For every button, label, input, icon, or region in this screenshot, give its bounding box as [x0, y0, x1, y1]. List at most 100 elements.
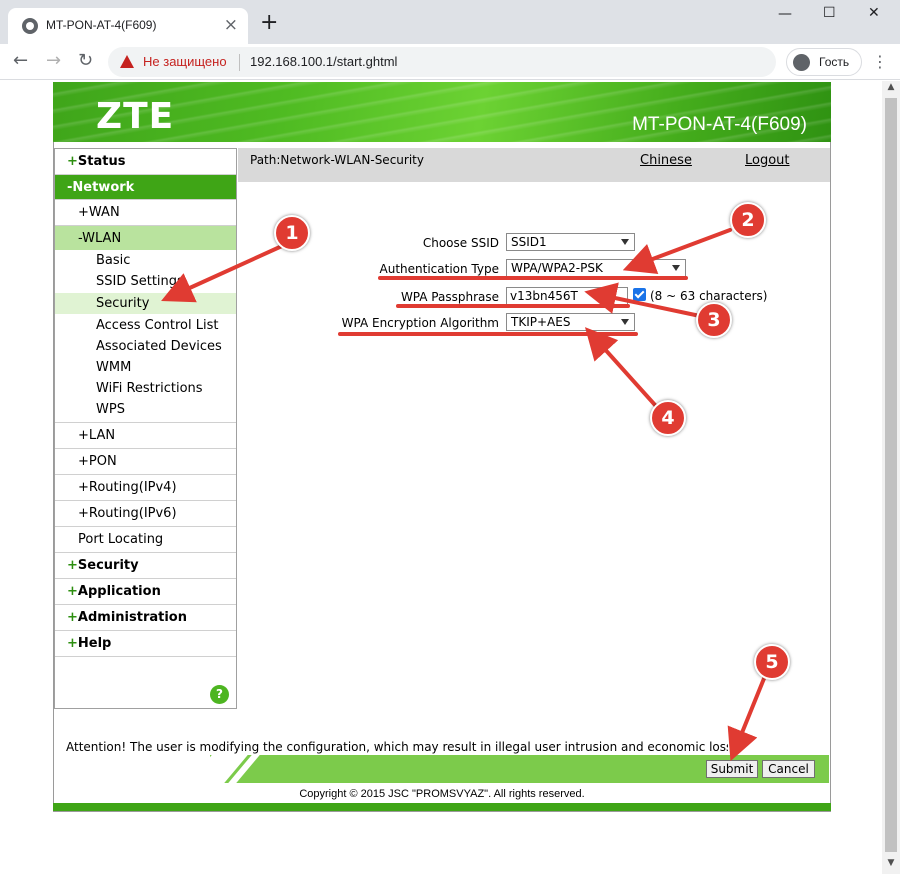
annotation-badge-3: 3: [696, 302, 732, 338]
auth-type-label: Authentication Type: [379, 262, 499, 276]
passphrase-label: WPA Passphrase: [400, 290, 499, 304]
sidebar: +Status -Network +WAN -WLAN Basic SSID S…: [54, 148, 237, 709]
sidebar-label: -Network: [67, 180, 135, 195]
sidebar-item-wlan[interactable]: -WLAN: [55, 226, 236, 250]
expand-icon: +: [67, 610, 78, 625]
annotation-badge-4: 4: [650, 400, 686, 436]
breadcrumb: Path:Network-WLAN-Security: [250, 153, 424, 167]
omnibox-divider: [239, 54, 240, 71]
sidebar-item-ssid-settings[interactable]: SSID Settings: [55, 271, 236, 292]
chevron-down-icon: [621, 319, 629, 325]
reload-icon[interactable]: ↻: [78, 50, 93, 72]
expand-icon: +: [78, 454, 89, 469]
expand-icon: +: [78, 506, 89, 521]
sidebar-label: Status: [77, 154, 126, 169]
sidebar-label: Administration: [77, 610, 187, 625]
close-tab-icon[interactable]: ×: [224, 15, 238, 35]
chinese-link[interactable]: Chinese: [640, 153, 692, 168]
attention-text: Attention! The user is modifying the con…: [66, 740, 728, 754]
scroll-up-icon[interactable]: ▲: [882, 82, 900, 96]
choose-ssid-value: SSID1: [511, 235, 547, 249]
annotation-badge-5: 5: [754, 644, 790, 680]
maximize-icon[interactable]: ☐: [823, 5, 836, 21]
sidebar-item-wps[interactable]: WPS: [55, 399, 236, 423]
sidebar-item-wifi-restrictions[interactable]: WiFi Restrictions: [55, 378, 236, 399]
forward-icon[interactable]: →: [46, 50, 61, 72]
passphrase-input[interactable]: v13bn456T: [506, 287, 628, 305]
warning-icon: [120, 55, 134, 68]
scroll-down-icon[interactable]: ▼: [882, 858, 900, 872]
url-text[interactable]: 192.168.100.1/start.ghtml: [250, 54, 397, 69]
sidebar-item-administration[interactable]: +Administration: [55, 605, 236, 631]
sidebar-label: Application: [77, 584, 161, 599]
cancel-button[interactable]: Cancel: [762, 760, 815, 778]
minimize-icon[interactable]: —: [778, 6, 792, 22]
profile-button[interactable]: Гость: [786, 48, 862, 76]
browser-tab-bar: MT-PON-AT-4(F609) × + — ☐ ✕: [0, 0, 900, 44]
sidebar-item-status[interactable]: +Status: [55, 149, 236, 175]
expand-icon: +: [67, 154, 78, 169]
sidebar-label: Help: [77, 636, 112, 651]
encryption-value: TKIP+AES: [511, 315, 571, 329]
sidebar-item-help[interactable]: +Help: [55, 631, 236, 657]
avatar-icon: [793, 54, 810, 71]
expand-icon: +: [67, 584, 78, 599]
sidebar-item-associated-devices[interactable]: Associated Devices: [55, 336, 236, 357]
sidebar-label: Port Locating: [78, 532, 164, 547]
sidebar-item-pon[interactable]: +PON: [55, 449, 236, 475]
sidebar-item-wan[interactable]: +WAN: [55, 200, 236, 226]
auth-type-select[interactable]: WPA/WPA2-PSK: [506, 259, 686, 277]
back-icon[interactable]: ←: [13, 50, 28, 72]
sidebar-label: WPS: [96, 402, 125, 417]
show-passphrase-checkbox[interactable]: [633, 288, 646, 301]
sidebar-label: Routing(IPv4): [88, 480, 177, 495]
sidebar-item-security-wlan[interactable]: Security: [55, 293, 236, 314]
window-close-icon[interactable]: ✕: [868, 5, 880, 21]
sidebar-label: Routing(IPv6): [88, 506, 177, 521]
encryption-select[interactable]: TKIP+AES: [506, 313, 635, 331]
scrollbar-thumb[interactable]: [885, 98, 897, 852]
chevron-down-icon: [621, 239, 629, 245]
sidebar-label: WAN: [88, 205, 120, 220]
sidebar-label: WiFi Restrictions: [96, 381, 203, 396]
expand-icon: +: [78, 428, 89, 443]
expand-icon: +: [67, 558, 78, 573]
expand-icon: +: [78, 480, 89, 495]
expand-icon: +: [78, 205, 89, 220]
sidebar-item-routing-ipv4[interactable]: +Routing(IPv4): [55, 475, 236, 501]
sidebar-label: WMM: [96, 360, 132, 375]
browser-tab[interactable]: MT-PON-AT-4(F609) ×: [8, 8, 248, 44]
choose-ssid-label: Choose SSID: [422, 236, 499, 250]
security-warning[interactable]: Не защищено: [143, 54, 227, 69]
sidebar-label: -WLAN: [78, 231, 122, 246]
help-icon[interactable]: ?: [210, 685, 229, 704]
auth-type-value: WPA/WPA2-PSK: [511, 261, 603, 275]
sidebar-item-port-locating[interactable]: Port Locating: [55, 527, 236, 553]
sidebar-label: Access Control List: [96, 318, 219, 333]
passphrase-value: v13bn456T: [510, 289, 578, 303]
sidebar-label: PON: [88, 454, 117, 469]
omnibox[interactable]: Не защищено 192.168.100.1/start.ghtml: [108, 47, 776, 77]
sidebar-item-security[interactable]: +Security: [55, 553, 236, 579]
logout-link[interactable]: Logout: [745, 153, 790, 168]
submit-button[interactable]: Submit: [706, 760, 758, 778]
sidebar-item-access-control-list[interactable]: Access Control List: [55, 315, 236, 336]
sidebar-label: Security: [77, 558, 139, 573]
sidebar-item-lan[interactable]: +LAN: [55, 423, 236, 449]
passphrase-hint: (8 ~ 63 characters): [650, 289, 768, 303]
sidebar-item-application[interactable]: +Application: [55, 579, 236, 605]
menu-icon[interactable]: ⋮: [872, 52, 888, 71]
tab-title: MT-PON-AT-4(F609): [46, 18, 157, 32]
header-banner: ZTE MT-PON-AT-4(F609): [53, 82, 831, 142]
sidebar-item-wmm[interactable]: WMM: [55, 357, 236, 378]
sidebar-label: Basic: [96, 253, 131, 268]
annotation-badge-1: 1: [274, 215, 310, 251]
choose-ssid-select[interactable]: SSID1: [506, 233, 635, 251]
sidebar-item-network[interactable]: -Network: [55, 175, 236, 200]
new-tab-button[interactable]: +: [260, 12, 278, 34]
model-name: MT-PON-AT-4(F609): [632, 114, 807, 135]
footer-line: [53, 803, 831, 811]
sidebar-item-routing-ipv6[interactable]: +Routing(IPv6): [55, 501, 236, 527]
sidebar-item-basic[interactable]: Basic: [55, 250, 236, 271]
sidebar-label: Associated Devices: [96, 339, 222, 354]
